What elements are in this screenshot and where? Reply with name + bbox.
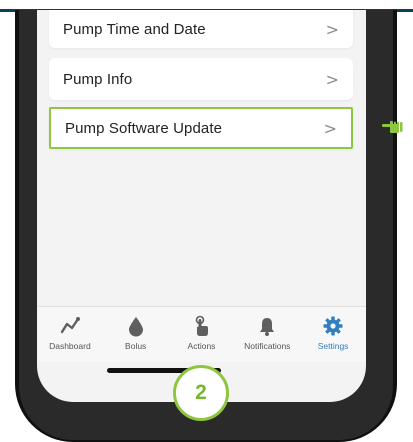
tab-label: Dashboard (49, 341, 91, 351)
tab-label: Settings (317, 341, 349, 351)
drop-icon (128, 317, 143, 337)
menu-item-pump-info[interactable]: Pump Info > (49, 58, 353, 100)
chevron-right-icon: > (325, 69, 339, 89)
tab-label: Actions (187, 341, 216, 351)
tab-bolus[interactable]: Bolus (104, 315, 168, 351)
gear-icon (323, 316, 343, 336)
menu-item-label: Pump Time and Date (63, 20, 206, 38)
pointing-hand-icon (382, 121, 403, 133)
step-number-badge: 2 (173, 365, 229, 421)
bell-icon (260, 318, 275, 336)
tab-settings[interactable]: Settings (301, 315, 365, 351)
menu-item-label: Pump Info (63, 70, 133, 88)
chevron-right-icon: > (323, 118, 337, 138)
tab-notifications[interactable]: Notifications (235, 315, 299, 351)
phone-screen: Pump Time and Date > Pump Info > Pump So… (37, 10, 366, 402)
tab-label: Bolus (125, 341, 147, 351)
trend-line-icon (60, 317, 80, 334)
tab-dashboard[interactable]: Dashboard (38, 315, 102, 351)
menu-item-pump-time-and-date[interactable]: Pump Time and Date > (49, 10, 353, 48)
bottom-tab-bar: Dashboard Bolus Actions Notifications Se… (37, 306, 366, 362)
tab-actions[interactable]: Actions (169, 315, 233, 351)
menu-item-pump-software-update[interactable]: Pump Software Update > (49, 107, 353, 149)
tab-label: Notifications (244, 341, 291, 351)
hand-tap-icon (196, 315, 209, 336)
chevron-right-icon: > (325, 19, 339, 39)
menu-item-label: Pump Software Update (65, 119, 223, 137)
